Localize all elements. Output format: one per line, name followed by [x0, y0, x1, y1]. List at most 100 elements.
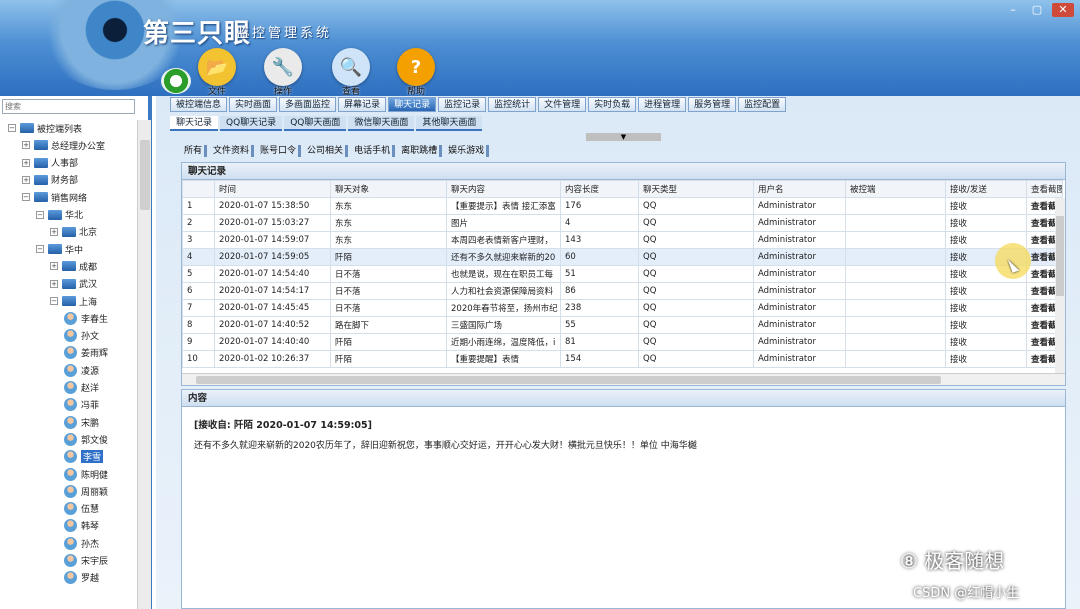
column-header[interactable]: 用户名 — [753, 180, 846, 198]
tree-node[interactable]: 赵洋 — [64, 380, 99, 396]
toolbar-button-0[interactable]: 📂 文件 — [196, 48, 238, 97]
table-row[interactable]: 6 2020-01-07 14:54:17 日不落 人力和社会资源保障局资料 86 QQ A… — [182, 282, 1063, 300]
column-header[interactable]: 聊天对象 — [330, 180, 447, 198]
tree-node[interactable]: 罗越 — [64, 570, 99, 586]
tab-main-11[interactable]: 监控配置 — [738, 97, 787, 112]
toolbar-button-3[interactable]: ? 帮助 — [395, 48, 437, 97]
table-row[interactable]: 1 2020-01-07 15:38:50 东东 【重要提示】表情 接汇添富 176 QQ… — [182, 197, 1063, 215]
tree-node[interactable]: + 成都 — [50, 258, 97, 274]
tab-main-10[interactable]: 服务管理 — [688, 97, 737, 112]
filter-0[interactable]: 所有 — [182, 145, 208, 157]
tree-node[interactable]: + 总经理办公室 — [22, 137, 105, 153]
minimize-icon[interactable]: – — [1004, 3, 1022, 17]
tree-node[interactable]: 周丽颖 — [64, 483, 108, 499]
toolbar-button-1[interactable]: 🔧 操作 — [262, 48, 304, 97]
tree-node[interactable]: 孙杰 — [64, 535, 99, 551]
tree-node[interactable]: + 财务部 — [22, 172, 78, 188]
expand-toggle-icon[interactable]: − — [8, 124, 16, 132]
column-header[interactable]: 聊天内容 — [446, 180, 561, 198]
expand-toggle-icon[interactable]: + — [22, 158, 30, 167]
tree-node[interactable]: 孙文 — [64, 328, 99, 344]
tab-main-4[interactable]: 聊天记录 — [388, 97, 437, 112]
toolbar-button-2[interactable]: 🔍 查看 — [330, 48, 372, 97]
column-header[interactable]: 查看截图 — [1026, 180, 1063, 198]
tree-node[interactable]: 凌源 — [64, 362, 99, 378]
maximize-icon[interactable]: ▢ — [1028, 3, 1046, 17]
tree-node[interactable]: 宋鹏 — [64, 414, 99, 430]
column-header[interactable]: 接收/发送 — [945, 180, 1027, 198]
tree-node[interactable]: 宋宇辰 — [64, 553, 108, 569]
tree-node[interactable]: + 武汉 — [50, 276, 97, 292]
filter-2[interactable]: 账号口令 — [258, 145, 302, 157]
tree-node[interactable]: − 华中 — [36, 241, 83, 257]
tab-main-5[interactable]: 监控记录 — [438, 97, 487, 112]
filter-3[interactable]: 公司相关 — [305, 145, 349, 157]
power-icon[interactable] — [161, 68, 191, 94]
table-row[interactable]: 8 2020-01-07 14:40:52 路在脚下 三盛国际广场 55 QQ Admini… — [182, 316, 1063, 334]
tab-sub-4[interactable]: 其他聊天画面 — [416, 116, 483, 131]
column-header[interactable]: 被控端 — [845, 180, 946, 198]
close-icon[interactable]: ✕ — [1052, 3, 1074, 17]
table-cell: 143 — [560, 231, 639, 249]
table-row[interactable]: 5 2020-01-07 14:54:40 日不落 也就是说，现在在职员工每 51 QQ A… — [182, 265, 1063, 283]
expand-toggle-icon[interactable]: − — [36, 210, 44, 219]
table-cell: 接收 — [945, 214, 1027, 232]
tab-main-0[interactable]: 被控端信息 — [170, 97, 228, 112]
tab-main-6[interactable]: 监控统计 — [488, 97, 537, 112]
tab-main-7[interactable]: 文件管理 — [538, 97, 587, 112]
filter-6[interactable]: 娱乐游戏 — [446, 145, 490, 157]
search-input[interactable] — [2, 99, 135, 114]
tree-node[interactable]: 李雪 — [64, 449, 104, 465]
tree-node[interactable]: + 北京 — [50, 224, 97, 240]
expand-toggle-icon[interactable]: + — [22, 175, 30, 184]
expand-toggle-icon[interactable]: − — [50, 297, 58, 305]
tree-node[interactable]: 李春生 — [64, 310, 108, 326]
tab-sub-2[interactable]: QQ聊天画面 — [284, 116, 347, 131]
filter-1[interactable]: 文件资料 — [211, 145, 255, 157]
tree-node[interactable]: 冯菲 — [64, 397, 99, 413]
tree-node[interactable]: 陈明健 — [64, 466, 108, 482]
expand-toggle-icon[interactable]: + — [50, 279, 58, 288]
grid-horizontal-scrollbar[interactable] — [182, 373, 1065, 385]
table-cell: 近期小雨连绵，温度降低，i — [446, 333, 561, 351]
expand-toggle-icon[interactable]: − — [22, 193, 30, 202]
tree-node[interactable]: − 被控端列表 — [8, 120, 82, 136]
tab-main-1[interactable]: 实时画面 — [229, 97, 278, 112]
table-row[interactable]: 3 2020-01-07 14:59:07 东东 本周四老表情新客户理财， 143 QQ A… — [182, 231, 1063, 249]
column-header[interactable] — [182, 180, 215, 198]
tree-node[interactable]: + 人事部 — [22, 155, 78, 171]
table-cell — [845, 265, 946, 283]
tab-main-3[interactable]: 屏幕记录 — [338, 97, 387, 112]
table-cell: 238 — [560, 299, 639, 317]
table-row[interactable]: 2 2020-01-07 15:03:27 东东 图片 4 QQ Administrator… — [182, 214, 1063, 232]
expand-toggle-icon[interactable]: + — [50, 227, 58, 236]
expand-toggle-icon[interactable]: − — [36, 245, 44, 254]
sidebar-scrollbar[interactable] — [137, 120, 151, 609]
grid-vertical-scrollbar[interactable] — [1055, 198, 1065, 373]
tab-sub-3[interactable]: 微信聊天画面 — [348, 116, 415, 131]
table-row[interactable]: 4 2020-01-07 14:59:05 阡陌 还有不多久就迎来崭新的20 60 QQ A… — [182, 248, 1063, 266]
tree-node[interactable]: − 华北 — [36, 207, 83, 223]
tree-node[interactable]: − 上海 — [50, 293, 97, 309]
tab-sub-0[interactable]: 聊天记录 — [170, 116, 219, 131]
tree-node[interactable]: − 销售网络 — [22, 189, 87, 205]
tree-node[interactable]: 韩琴 — [64, 518, 99, 534]
table-row[interactable]: 10 2020-01-02 10:26:37 阡陌 【重要提醒】表情 154 QQ Admi… — [182, 350, 1063, 368]
tree-node[interactable]: 郭文俊 — [64, 431, 108, 447]
expand-toggle-icon[interactable]: + — [22, 141, 30, 150]
tab-main-8[interactable]: 实时负载 — [588, 97, 637, 112]
filter-5[interactable]: 离职跳槽 — [399, 145, 443, 157]
column-header[interactable]: 内容长度 — [560, 180, 639, 198]
tab-main-2[interactable]: 多画面监控 — [279, 97, 337, 112]
collapse-toggle[interactable]: ▼ — [586, 133, 661, 141]
column-header[interactable]: 聊天类型 — [638, 180, 754, 198]
tree-node[interactable]: 伍慧 — [64, 501, 99, 517]
column-header[interactable]: 时间 — [214, 180, 331, 198]
tree-node[interactable]: 姜雨辉 — [64, 345, 108, 361]
table-row[interactable]: 7 2020-01-07 14:45:45 日不落 2020年春节将至，扬州市纪 238… — [182, 299, 1063, 317]
tab-sub-1[interactable]: QQ聊天记录 — [220, 116, 283, 131]
filter-4[interactable]: 电话手机 — [352, 145, 396, 157]
expand-toggle-icon[interactable]: + — [50, 262, 58, 271]
tab-main-9[interactable]: 进程管理 — [638, 97, 687, 112]
table-row[interactable]: 9 2020-01-07 14:40:40 阡陌 近期小雨连绵，温度降低，i 81 QQ A… — [182, 333, 1063, 351]
